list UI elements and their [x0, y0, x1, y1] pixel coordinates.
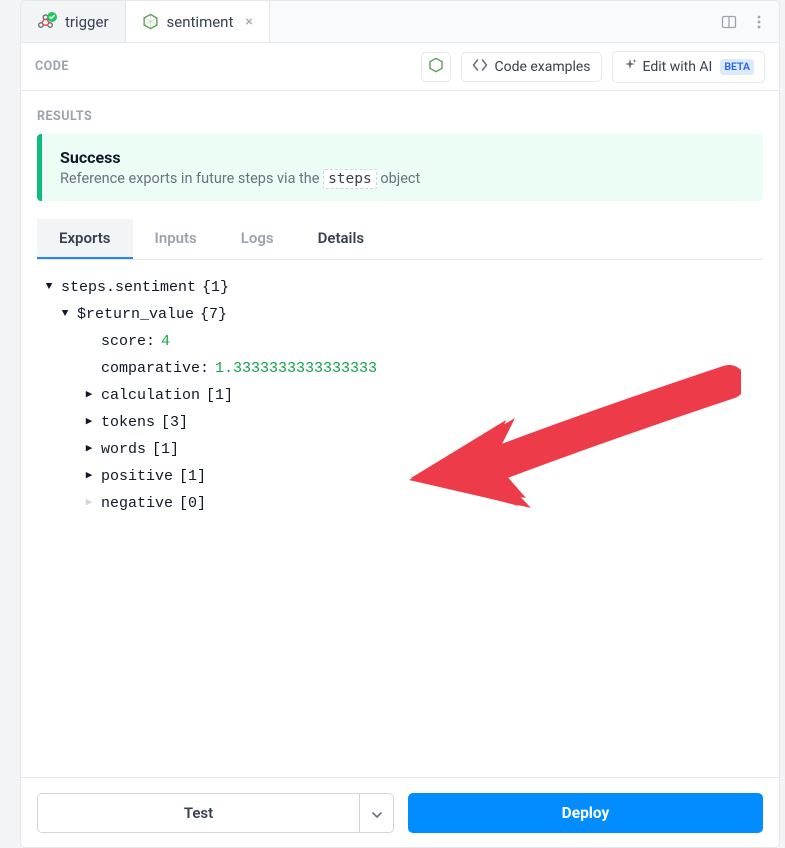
results-tab-bar: Exports Inputs Logs Details [37, 219, 763, 260]
results-section-label: RESULTS [37, 109, 92, 124]
tab-exports[interactable]: Exports [37, 219, 133, 259]
success-desc-prefix: Reference exports in future steps via th… [60, 170, 323, 187]
edit-with-ai-label: Edit with AI [643, 59, 713, 75]
code-examples-button[interactable]: Code examples [461, 52, 601, 82]
tree-node-positive[interactable]: ▶ positive [1] [43, 463, 763, 490]
tab-trigger-label: trigger [65, 13, 109, 31]
caret-down-icon: ▼ [43, 274, 55, 301]
tree-value: 4 [161, 328, 170, 355]
caret-right-icon: ▶ [83, 409, 95, 436]
tree-root[interactable]: ▼ steps.sentiment {1} [43, 274, 763, 301]
tab-inputs[interactable]: Inputs [133, 219, 219, 259]
tab-details[interactable]: Details [296, 219, 386, 259]
tab-sentiment[interactable]: sentiment × [126, 1, 270, 42]
test-button[interactable]: Test [38, 794, 359, 832]
caret-down-icon: ▼ [59, 301, 71, 328]
split-pane-icon[interactable] [719, 12, 739, 32]
success-title: Success [60, 148, 420, 167]
tree-leaf-score[interactable]: score: 4 [43, 328, 763, 355]
more-icon[interactable] [749, 12, 769, 32]
tree-node-calculation[interactable]: ▶ calculation [1] [43, 382, 763, 409]
caret-right-icon: ▶ [83, 382, 95, 409]
test-button-group: Test [37, 793, 394, 833]
exports-tree: ▼ steps.sentiment {1} ▼ $return_value {7… [37, 274, 763, 517]
editor-panel: trigger sentiment × CODE [20, 0, 780, 848]
nodejs-icon [428, 57, 444, 77]
results-header: RESULTS [21, 91, 779, 134]
test-dropdown-caret[interactable] [359, 794, 393, 832]
language-button[interactable] [421, 52, 451, 82]
caret-right-icon: ▶ [83, 490, 95, 517]
chevron-down-icon [372, 803, 382, 822]
edit-with-ai-button[interactable]: Edit with AI BETA [612, 51, 765, 83]
success-banner: Success Reference exports in future step… [37, 134, 763, 201]
deploy-button[interactable]: Deploy [408, 793, 763, 833]
code-icon [472, 59, 488, 75]
beta-badge: BETA [720, 59, 754, 75]
steps-code-token: steps [323, 169, 377, 189]
tree-node-negative[interactable]: ▶ negative [0] [43, 490, 763, 517]
success-description: Reference exports in future steps via th… [60, 170, 420, 187]
code-header: CODE Code examples Edit with AI BETA [21, 43, 779, 91]
tree-node-tokens[interactable]: ▶ tokens [3] [43, 409, 763, 436]
footer-bar: Test Deploy [21, 777, 779, 847]
tab-bar: trigger sentiment × [21, 1, 779, 43]
webhook-icon [37, 13, 57, 30]
code-section-label: CODE [35, 59, 69, 74]
tab-sentiment-label: sentiment [167, 13, 234, 31]
caret-placeholder [83, 328, 95, 355]
tree-node-words[interactable]: ▶ words [1] [43, 436, 763, 463]
tab-trigger[interactable]: trigger [21, 1, 126, 42]
tree-return-value[interactable]: ▼ $return_value {7} [43, 301, 763, 328]
tree-value: 1.3333333333333333 [215, 355, 377, 382]
caret-placeholder [83, 355, 95, 382]
code-examples-label: Code examples [494, 59, 590, 75]
tree-leaf-comparative[interactable]: comparative: 1.3333333333333333 [43, 355, 763, 382]
nodejs-icon [142, 13, 159, 30]
tab-logs[interactable]: Logs [219, 219, 296, 259]
results-body: Success Reference exports in future step… [21, 134, 779, 517]
tab-bar-actions [719, 1, 779, 42]
sparkle-icon [623, 58, 637, 76]
caret-right-icon: ▶ [83, 463, 95, 490]
success-desc-suffix: object [377, 170, 421, 187]
code-header-actions: Code examples Edit with AI BETA [421, 51, 765, 83]
close-icon[interactable]: × [245, 14, 252, 30]
caret-right-icon: ▶ [83, 436, 95, 463]
